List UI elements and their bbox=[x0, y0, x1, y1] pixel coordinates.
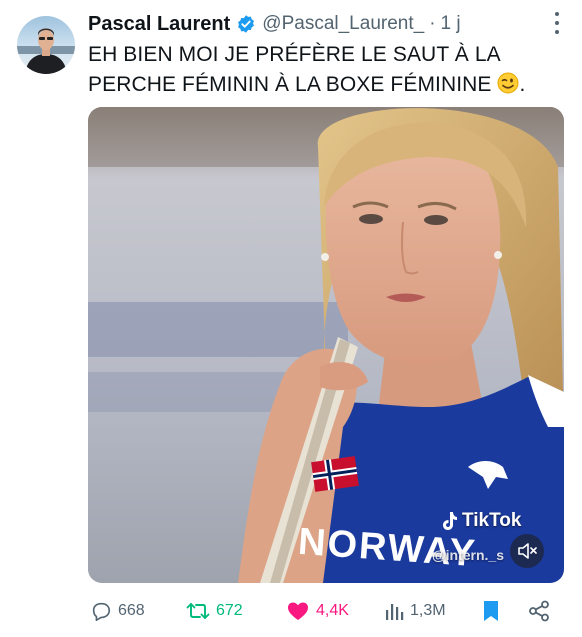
verified-badge-icon bbox=[236, 14, 256, 34]
bookmark-icon bbox=[484, 601, 498, 621]
separator-dot: · bbox=[429, 13, 436, 34]
views-chart-icon bbox=[386, 604, 404, 620]
author-handle[interactable]: @Pascal_Laurent_ bbox=[262, 13, 424, 35]
retweet-count: 672 bbox=[216, 602, 243, 619]
share-icon bbox=[529, 600, 549, 622]
avatar[interactable] bbox=[17, 16, 75, 74]
reply-icon bbox=[92, 602, 111, 621]
tweet-body: EH BIEN MOI JE PRÉFÈRE LE SAUT À LA PERC… bbox=[88, 43, 500, 96]
winking-face-icon bbox=[497, 72, 519, 94]
tweet-text: EH BIEN MOI JE PRÉFÈRE LE SAUT À LA PERC… bbox=[88, 40, 558, 100]
like-button[interactable]: 4,4K bbox=[286, 596, 349, 626]
video-media[interactable]: NORWAY TikTok @intern._s bbox=[88, 107, 564, 583]
retweet-button[interactable]: 672 bbox=[186, 596, 243, 626]
timestamp[interactable]: 1 j bbox=[441, 13, 461, 35]
reply-button[interactable]: 668 bbox=[90, 596, 145, 626]
tweet-header: Pascal Laurent @Pascal_Laurent_ · 1 j bbox=[88, 10, 578, 38]
like-count: 4,4K bbox=[316, 602, 349, 619]
action-bar: 668 672 4,4K 1,3M bbox=[88, 596, 558, 626]
tiktok-handle: @intern._s bbox=[432, 547, 505, 563]
share-button[interactable] bbox=[528, 596, 556, 626]
mute-button[interactable] bbox=[510, 534, 544, 568]
more-options-icon[interactable] bbox=[554, 12, 560, 34]
tiktok-watermark: TikTok bbox=[440, 510, 521, 532]
retweet-icon bbox=[186, 603, 210, 619]
tiktok-brand: TikTok bbox=[462, 510, 522, 531]
author-name[interactable]: Pascal Laurent bbox=[88, 13, 230, 36]
heart-icon bbox=[288, 602, 308, 620]
views-button[interactable]: 1,3M bbox=[384, 596, 446, 626]
tiktok-logo-icon bbox=[443, 512, 457, 530]
speaker-muted-icon bbox=[518, 543, 537, 559]
bookmark-button[interactable] bbox=[482, 596, 506, 626]
tweet-text-end: . bbox=[519, 73, 526, 96]
reply-count: 668 bbox=[118, 602, 145, 619]
view-count: 1,3M bbox=[410, 602, 446, 619]
